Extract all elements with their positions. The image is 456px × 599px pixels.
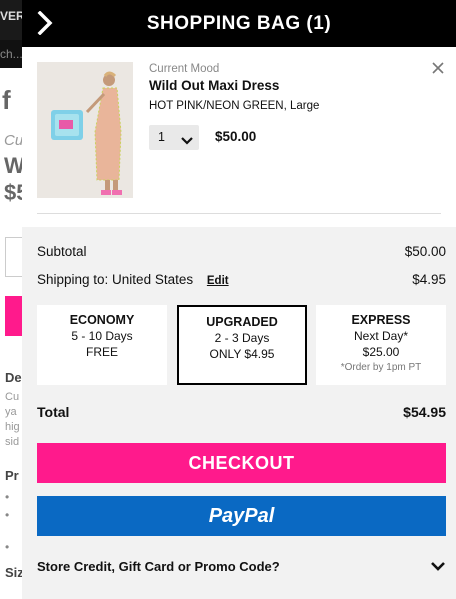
background-page: VER ch... f Cu W $5 De Cu ya hig sid Pr … [0, 0, 22, 599]
background-line: sid [5, 436, 20, 448]
background-topbar-text: VER [0, 9, 22, 23]
product-brand: Current Mood [149, 63, 220, 75]
quantity-value: 1 [158, 130, 165, 144]
shipping-option-time: Next Day* [353, 329, 409, 343]
background-price: $5 [4, 180, 22, 205]
drawer-header: SHOPPING BAG (1) [22, 0, 456, 47]
background-description: Cu ya hig sid [5, 390, 20, 450]
background-line: ya [5, 406, 17, 418]
shipping-option-price: ONLY $4.95 [209, 347, 275, 361]
shipping-option-note: *Order by 1pm PT [340, 362, 422, 373]
background-add-button [5, 296, 22, 336]
shipping-option-title: EXPRESS [351, 313, 411, 327]
close-icon[interactable] [431, 61, 445, 75]
total-value: $54.95 [403, 404, 446, 420]
chevron-down-icon [181, 133, 193, 145]
background-bullet: • [5, 508, 10, 522]
background-select [5, 237, 22, 277]
shipping-option-time: 2 - 3 Days [214, 331, 270, 345]
product-variant: HOT PINK/NEON GREEN, Large [149, 100, 320, 112]
subtotal-value: $50.00 [404, 244, 446, 259]
background-line: hig [5, 421, 20, 433]
drawer-title: SHOPPING BAG (1) [146, 13, 332, 34]
cart-item: Current Mood Wild Out Maxi Dress HOT PIN… [22, 47, 456, 227]
promo-code-toggle[interactable]: Store Credit, Gift Card or Promo Code? [37, 559, 446, 574]
item-divider [37, 213, 441, 214]
product-image[interactable] [37, 62, 133, 198]
product-price: $50.00 [215, 129, 257, 144]
shipping-option-title: UPGRADED [206, 315, 278, 329]
subtotal-label: Subtotal [37, 244, 87, 259]
background-size-heading: Siz [5, 565, 22, 580]
background-bullet: • [5, 540, 10, 554]
shipping-option-economy[interactable]: ECONOMY 5 - 10 Days FREE [37, 305, 167, 385]
chevron-right-icon[interactable] [34, 10, 58, 36]
quantity-select[interactable]: 1 [149, 125, 199, 150]
background-bullet: • [5, 490, 10, 504]
edit-shipping-link[interactable]: Edit [207, 275, 229, 287]
shipping-option-upgraded[interactable]: UPGRADED 2 - 3 Days ONLY $4.95 [177, 305, 307, 385]
shopping-bag-drawer: SHOPPING BAG (1) Current Mood Wild Out M… [22, 0, 456, 599]
subtotal-row: Subtotal $50.00 [37, 244, 446, 259]
shipping-option-express[interactable]: EXPRESS Next Day* $25.00 *Order by 1pm P… [316, 305, 446, 385]
background-line: Cu [5, 391, 20, 403]
shipping-option-title: ECONOMY [69, 313, 135, 327]
shipping-option-price: $25.00 [362, 345, 400, 359]
shipping-label: Shipping to: United States [37, 272, 194, 287]
total-row: Total $54.95 [37, 404, 446, 420]
promo-code-label: Store Credit, Gift Card or Promo Code? [37, 559, 280, 574]
background-description-heading: De [5, 370, 22, 385]
background-search-text: ch... [0, 47, 22, 61]
checkout-button[interactable]: CHECKOUT [37, 443, 446, 483]
product-name[interactable]: Wild Out Maxi Dress [149, 78, 279, 93]
paypal-button[interactable]: PayPal [37, 496, 446, 536]
facebook-icon: f [2, 85, 11, 115]
background-title: W [4, 153, 22, 178]
background-product-heading: Pr [5, 468, 19, 483]
shipping-value: $4.95 [412, 272, 446, 287]
shipping-row: Shipping to: United States Edit $4.95 [37, 272, 446, 287]
total-label: Total [37, 404, 70, 420]
background-brand: Cu [4, 132, 22, 149]
chevron-down-icon [430, 560, 446, 572]
shipping-option-time: 5 - 10 Days [71, 329, 133, 343]
shipping-option-price: FREE [85, 345, 118, 359]
